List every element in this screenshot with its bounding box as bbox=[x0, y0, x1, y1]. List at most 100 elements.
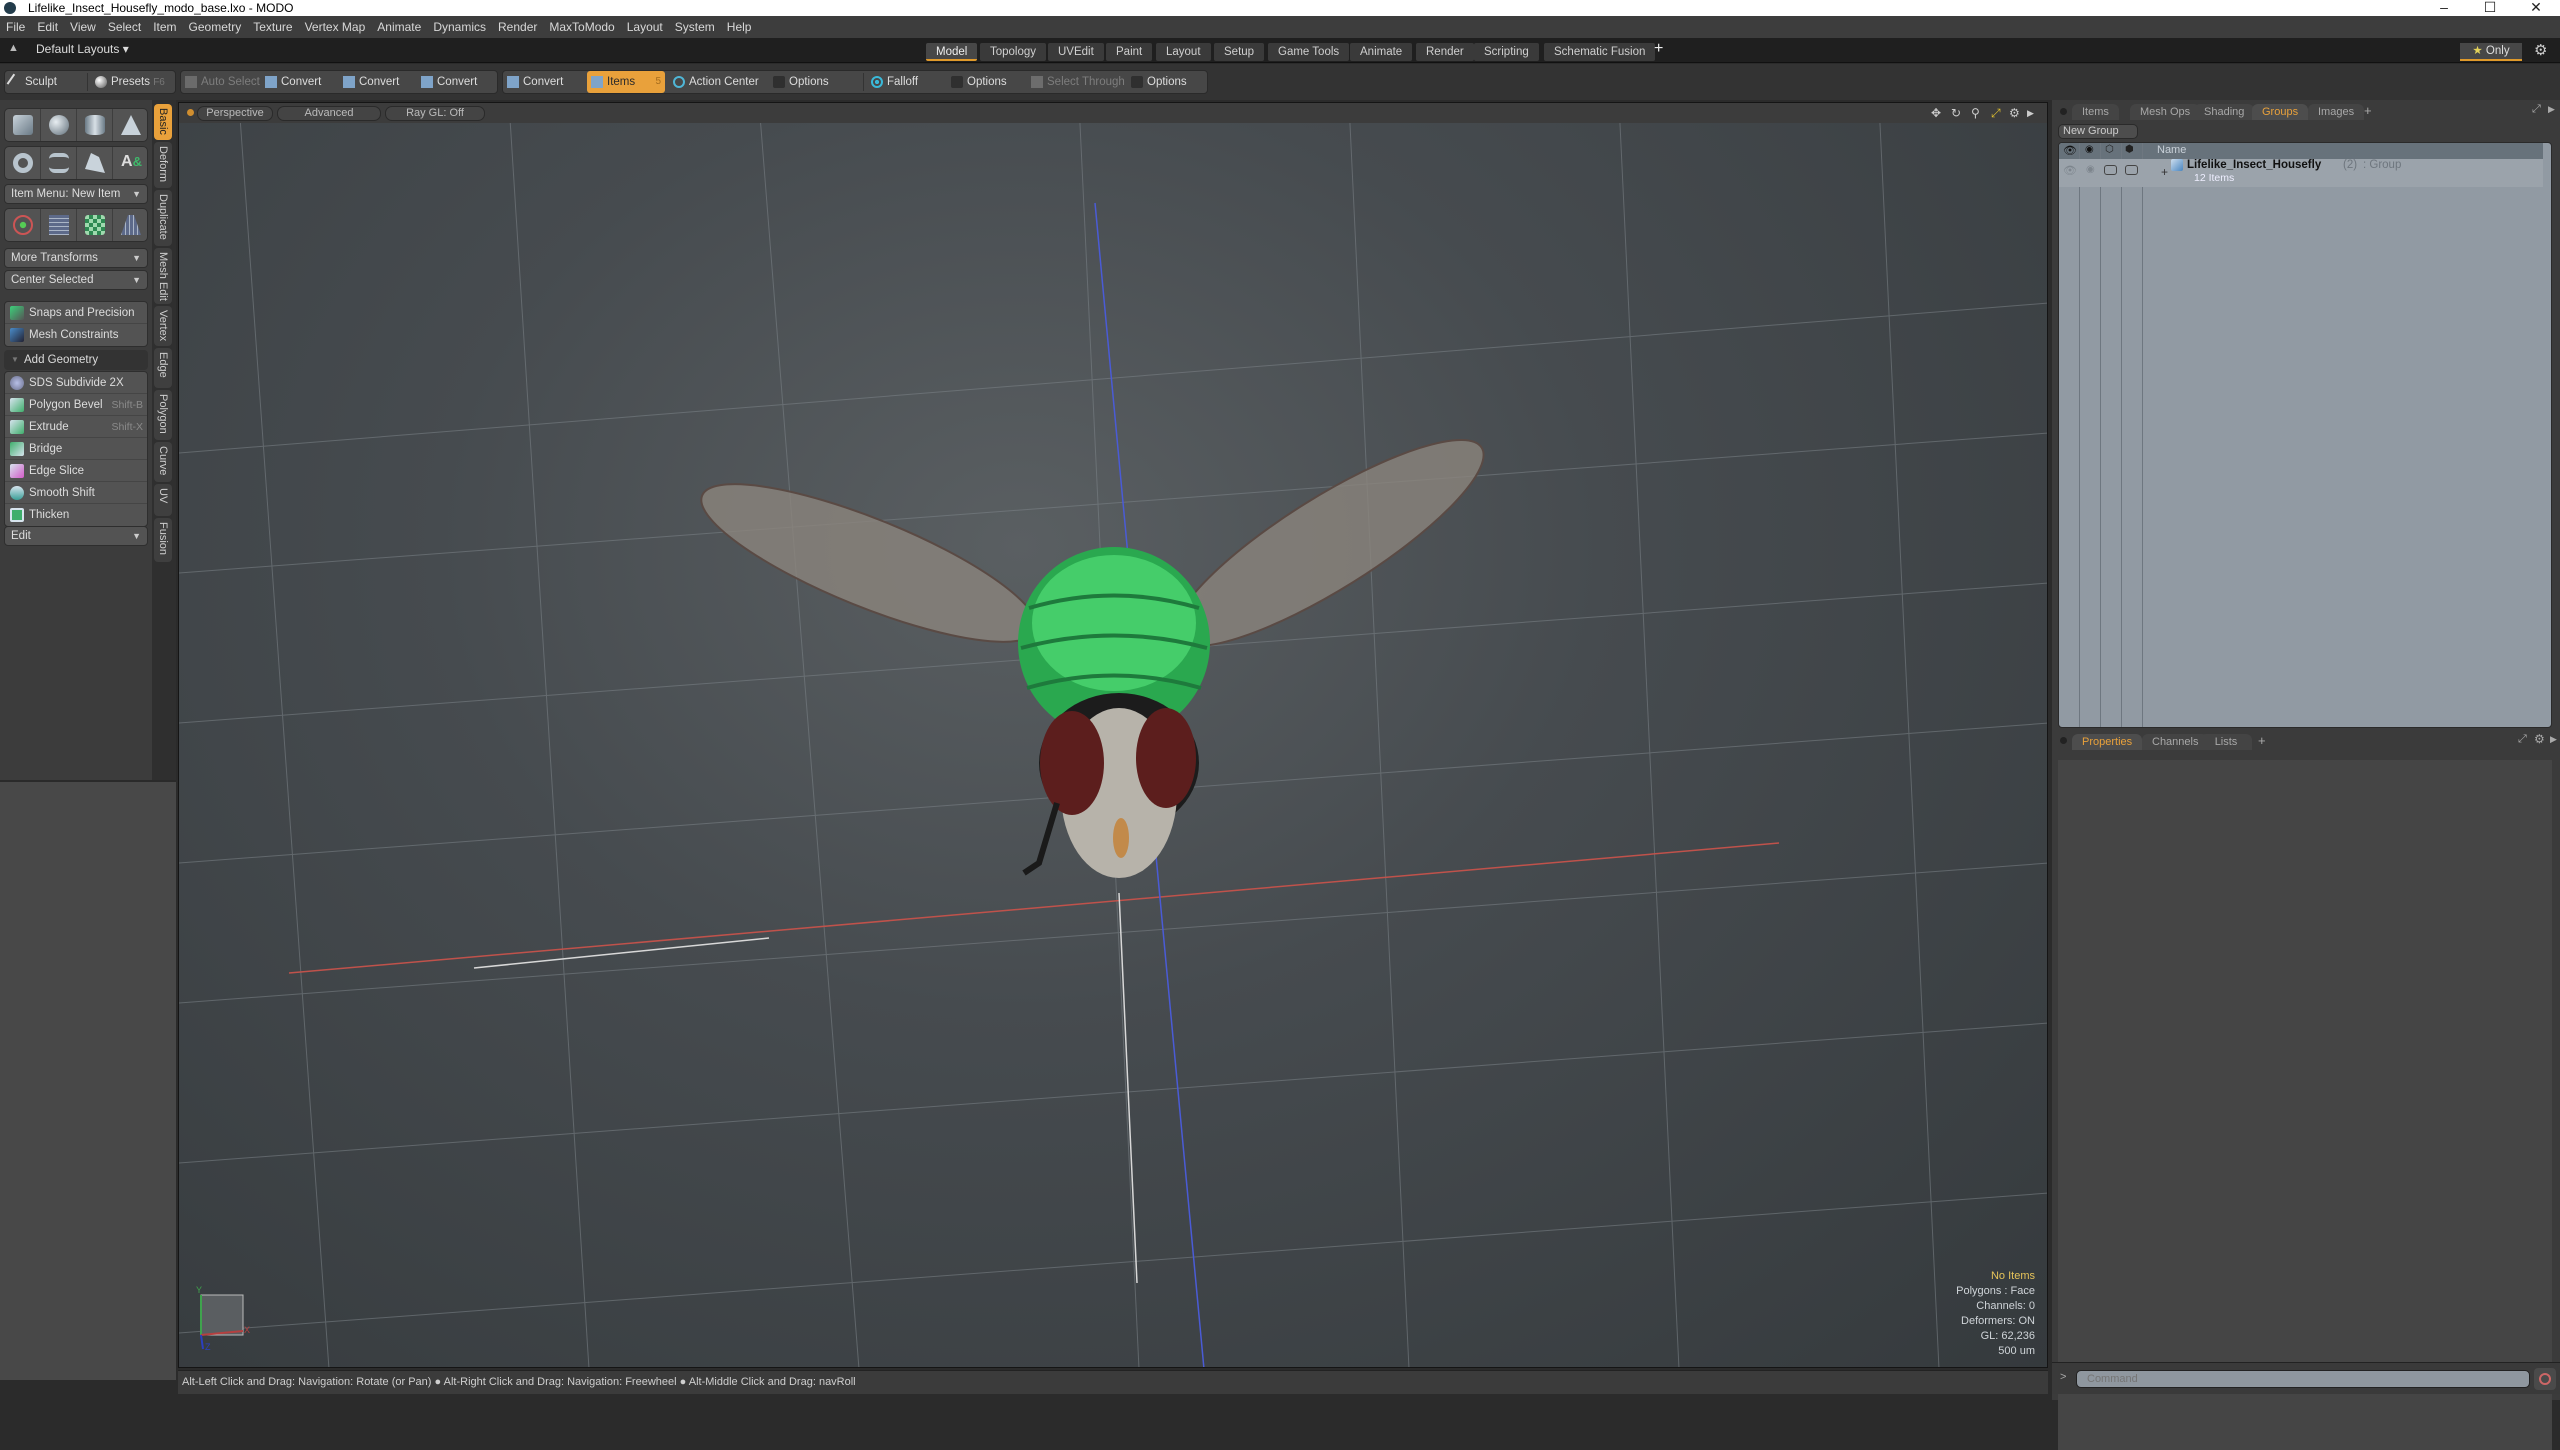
tab-animate[interactable]: Animate bbox=[1350, 43, 1413, 61]
gear-icon[interactable]: ⚙ bbox=[2534, 732, 2545, 746]
falloff-button[interactable]: Falloff bbox=[867, 71, 947, 93]
visibility-eye-icon[interactable]: 👁 bbox=[2063, 144, 2077, 157]
tab-lists[interactable]: Lists bbox=[2200, 734, 2252, 750]
smooth-shift-button[interactable]: Smooth Shift bbox=[5, 482, 147, 504]
items-mode-button[interactable]: Items 5 bbox=[587, 71, 665, 93]
tab-uvedit[interactable]: UVEdit bbox=[1048, 43, 1104, 61]
tab-scripting[interactable]: Scripting bbox=[1474, 43, 1539, 61]
render-camera-icon[interactable]: ◉ bbox=[2085, 144, 2094, 155]
cylinder-tool[interactable] bbox=[77, 109, 113, 141]
menu-texture[interactable]: Texture bbox=[247, 16, 298, 38]
snaps-and-precision-button[interactable]: Snaps and Precision bbox=[5, 302, 147, 324]
viewport-settings-icon[interactable]: ⚙ bbox=[2009, 106, 2020, 120]
expand-group-button[interactable]: + bbox=[2161, 165, 2168, 179]
vtab-polygon[interactable]: Polygon bbox=[154, 390, 172, 440]
thicken-button[interactable]: Thicken bbox=[5, 504, 147, 526]
menu-maxtomodo[interactable]: MaxToModo bbox=[543, 16, 620, 38]
panel-menu-dot[interactable] bbox=[2060, 737, 2067, 744]
sphere-tool[interactable] bbox=[41, 109, 77, 141]
tab-channels[interactable]: Channels bbox=[2142, 734, 2209, 750]
center-selected-dropdown[interactable]: Center Selected ▼ bbox=[4, 270, 148, 290]
new-group-button[interactable]: New Group bbox=[2058, 124, 2138, 139]
default-layouts-dropdown[interactable]: Default Layouts ▾ bbox=[36, 42, 129, 56]
more-transforms-dropdown[interactable]: More Transforms ▼ bbox=[4, 248, 148, 268]
torus-tool[interactable] bbox=[5, 147, 41, 179]
tab-topology[interactable]: Topology bbox=[980, 43, 1047, 61]
visibility-eye-icon[interactable]: 👁 bbox=[2063, 164, 2077, 177]
menu-animate[interactable]: Animate bbox=[371, 16, 427, 38]
polygon-bevel-button[interactable]: Polygon Bevel Shift-B bbox=[5, 394, 147, 416]
name-column-header[interactable]: Name bbox=[2157, 144, 2186, 156]
maximize-panel-icon[interactable]: ⤢ bbox=[2518, 733, 2527, 746]
maximize-icon[interactable]: ☐ bbox=[2470, 0, 2510, 16]
tab-game-tools[interactable]: Game Tools bbox=[1268, 43, 1350, 61]
vtab-mesh-edit[interactable]: Mesh Edit bbox=[154, 248, 172, 304]
add-tab-button[interactable]: + bbox=[1654, 40, 1663, 58]
panel-menu-dot[interactable] bbox=[2060, 108, 2067, 115]
convert-edges-button[interactable]: Convert bbox=[339, 71, 417, 93]
close-icon[interactable]: ✕ bbox=[2516, 0, 2556, 16]
convert-materials-button[interactable]: Convert bbox=[503, 71, 583, 93]
action-center-button[interactable]: Action Center bbox=[669, 71, 765, 93]
add-tab-button[interactable]: + bbox=[2364, 103, 2372, 118]
edge-slice-button[interactable]: Edge Slice bbox=[5, 460, 147, 482]
tab-model[interactable]: Model bbox=[926, 43, 978, 61]
spiral-tool[interactable] bbox=[41, 147, 77, 179]
panel-expand-arrow-icon[interactable]: ▶ bbox=[2550, 734, 2557, 745]
cube-tool[interactable] bbox=[5, 109, 41, 141]
tab-paint[interactable]: Paint bbox=[1106, 43, 1153, 61]
options-button[interactable]: Options bbox=[947, 71, 1027, 93]
tab-images[interactable]: Images bbox=[2308, 104, 2365, 120]
menu-view[interactable]: View bbox=[64, 16, 102, 38]
gear-icon[interactable]: ⚙ bbox=[2534, 41, 2547, 59]
select-cube-icon[interactable]: ⬢ bbox=[2125, 144, 2134, 155]
sds-subdivide-button[interactable]: SDS Subdivide 2X bbox=[5, 372, 147, 394]
menu-help[interactable]: Help bbox=[721, 16, 758, 38]
convert-vertices-button[interactable]: Convert bbox=[261, 71, 339, 93]
menu-edit[interactable]: Edit bbox=[31, 16, 64, 38]
cone-tool[interactable] bbox=[113, 109, 149, 141]
text-tool[interactable]: A& bbox=[113, 147, 149, 179]
texture-tool[interactable] bbox=[77, 209, 113, 241]
extrude-button[interactable]: Extrude Shift-X bbox=[5, 416, 147, 438]
options-button[interactable]: Options bbox=[769, 71, 859, 93]
auto-select-button[interactable]: Auto Select bbox=[181, 71, 261, 93]
tab-setup[interactable]: Setup bbox=[1214, 43, 1265, 61]
menu-select[interactable]: Select bbox=[102, 16, 147, 38]
menu-vertex-map[interactable]: Vertex Map bbox=[299, 16, 372, 38]
convert-polygons-button[interactable]: Convert bbox=[417, 71, 495, 93]
vtab-deform[interactable]: Deform bbox=[154, 142, 172, 188]
render-camera-icon[interactable]: ◉ bbox=[2086, 164, 2095, 175]
vtab-vertex[interactable]: Vertex bbox=[154, 306, 172, 346]
maximize-panel-icon[interactable]: ⤢ bbox=[2532, 103, 2541, 116]
lock-toggle[interactable] bbox=[2104, 165, 2117, 175]
viewport-menu-dot[interactable] bbox=[187, 109, 194, 116]
3d-viewport[interactable]: Perspective Advanced Ray GL: Off ✥ ↻ ⚲ ⤢… bbox=[178, 102, 2048, 1368]
vtab-curve[interactable]: Curve bbox=[154, 442, 172, 482]
tab-items[interactable]: Items bbox=[2072, 104, 2119, 120]
tab-render[interactable]: Render bbox=[1416, 43, 1474, 61]
command-history-button[interactable] bbox=[2534, 1368, 2556, 1390]
tab-layout[interactable]: Layout bbox=[1156, 43, 1211, 61]
vtab-edge[interactable]: Edge bbox=[154, 348, 172, 388]
tab-mesh-ops[interactable]: Mesh Ops bbox=[2130, 104, 2201, 120]
minimize-icon[interactable]: – bbox=[2424, 0, 2464, 15]
taper-tool[interactable] bbox=[113, 209, 149, 241]
vtab-basic[interactable]: Basic bbox=[154, 104, 172, 140]
fit-view-icon[interactable]: ⤢ bbox=[1991, 106, 2001, 121]
edit-dropdown[interactable]: Edit ▼ bbox=[4, 526, 148, 546]
lock-cube-icon[interactable]: ⬡ bbox=[2105, 144, 2114, 155]
tab-groups[interactable]: Groups bbox=[2252, 104, 2309, 120]
command-input[interactable] bbox=[2076, 1370, 2530, 1388]
bridge-button[interactable]: Bridge bbox=[5, 438, 147, 460]
view-mode-button[interactable]: Perspective bbox=[197, 106, 273, 121]
menu-file[interactable]: File bbox=[0, 16, 31, 38]
tab-shading[interactable]: Shading bbox=[2194, 104, 2255, 120]
menu-dynamics[interactable]: Dynamics bbox=[427, 16, 492, 38]
panel-expand-arrow-icon[interactable]: ▶ bbox=[2548, 104, 2555, 115]
pan-move-icon[interactable]: ✥ bbox=[1931, 106, 1941, 120]
expand-arrow-icon[interactable]: ▶ bbox=[2027, 108, 2034, 119]
deform-grid-tool[interactable] bbox=[41, 209, 77, 241]
add-geometry-header[interactable]: ▼ Add Geometry bbox=[4, 350, 148, 370]
item-menu-dropdown[interactable]: Item Menu: New Item ▼ bbox=[4, 184, 148, 204]
